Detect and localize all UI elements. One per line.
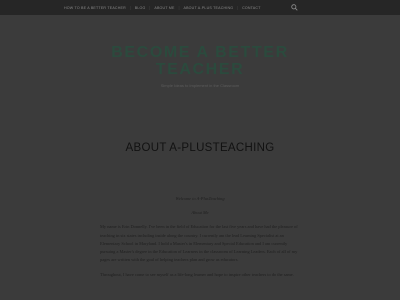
nav-item-about-me[interactable]: ABOUT ME bbox=[150, 6, 178, 10]
site-title[interactable]: BECOME A BETTER TEACHER bbox=[0, 44, 400, 78]
nav-item-how-to[interactable]: HOW TO BE A BETTER TEACHER bbox=[60, 6, 130, 10]
site-tagline: Simple Ideas to Implement in the Classro… bbox=[160, 83, 240, 88]
nav-item-about-a-plus[interactable]: ABOUT A-PLUS TEACHING bbox=[179, 6, 237, 10]
nav-item-blog[interactable]: BLOG bbox=[131, 6, 150, 10]
page-title: ABOUT A-PLUSTEACHING bbox=[125, 142, 275, 154]
bio-paragraph-2: Throughout, I have come to see myself as… bbox=[100, 272, 294, 278]
welcome-heading: Welcome to A-PlusTeaching bbox=[175, 196, 225, 201]
entry-content: Welcome to A-PlusTeaching About Me My na… bbox=[100, 195, 300, 287]
about-me-heading: About Me bbox=[191, 210, 209, 216]
top-navigation-bar: HOW TO BE A BETTER TEACHER | BLOG | ABOU… bbox=[0, 0, 400, 15]
search-icon[interactable] bbox=[291, 4, 298, 11]
bio-paragraph: My name is Erin Donnelly. I've been in t… bbox=[100, 224, 298, 263]
nav-item-contact[interactable]: CONTACT bbox=[238, 6, 265, 10]
nav-menu: HOW TO BE A BETTER TEACHER | BLOG | ABOU… bbox=[60, 0, 310, 15]
